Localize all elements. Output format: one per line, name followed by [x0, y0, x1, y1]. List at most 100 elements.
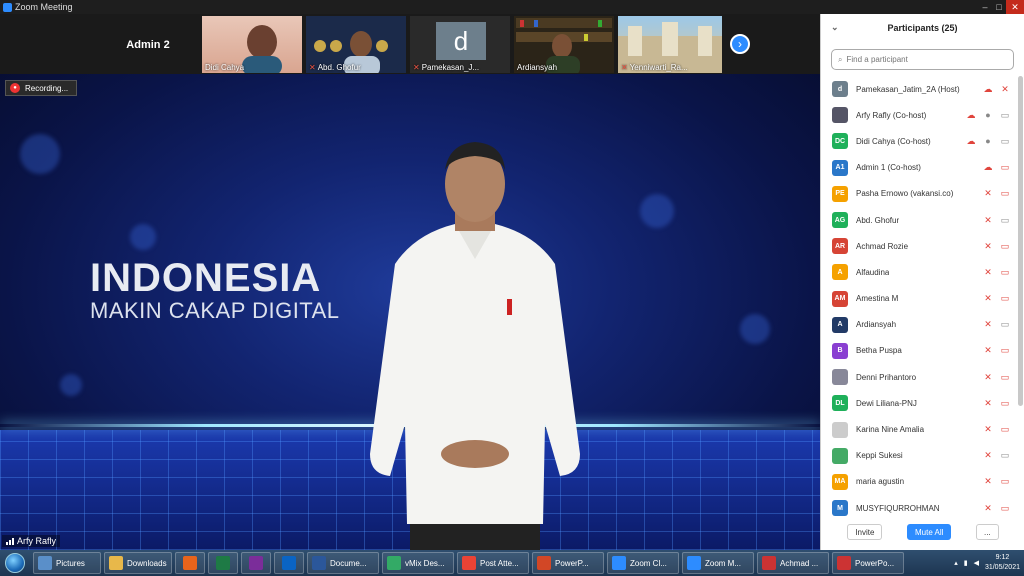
participant-avatar	[832, 421, 848, 438]
camera-off-icon: ▭	[1000, 345, 1010, 356]
participants-title: Participants (25)	[887, 23, 958, 33]
next-page-button[interactable]: ›	[730, 34, 750, 54]
participant-name: Admin 1 (Co-host)	[856, 163, 921, 173]
active-speaker-video: INDONESIA MAKIN CAKAP DIGITAL Arfy Rafly	[0, 74, 820, 550]
tile-name: ✕ Pamekasan_J...	[413, 63, 480, 72]
participant-avatar: B	[832, 342, 848, 359]
taskbar-item[interactable]	[208, 552, 238, 574]
camera-off-icon: ▭	[1000, 293, 1010, 304]
participant-name: Abd. Ghofur	[856, 215, 900, 225]
app-icon	[216, 556, 230, 570]
mic-muted-icon: ✕	[984, 345, 992, 356]
volume-icon[interactable]: ◀	[974, 559, 979, 567]
clock-time: 9:12	[995, 554, 1010, 561]
record-icon: ●	[10, 83, 20, 93]
participant-avatar: DL	[832, 395, 848, 412]
participant-avatar: A	[832, 316, 848, 333]
taskbar-item[interactable]: PowerP...	[532, 552, 604, 574]
taskbar-item[interactable]: Pictures	[33, 552, 101, 574]
participant-avatar: d	[832, 81, 848, 98]
taskbar-item[interactable]	[274, 552, 304, 574]
mute-all-button[interactable]: Mute All	[906, 524, 952, 540]
participant-avatar: A	[832, 264, 848, 281]
participant-row[interactable]: AM Amestina M ✕ ▭	[821, 286, 1017, 312]
participant-name: Achmad Rozie	[856, 241, 909, 251]
taskbar-item[interactable]	[175, 552, 205, 574]
participant-row[interactable]: DC Didi Cahya (Co-host) ☁ ● ▭	[821, 128, 1017, 154]
participants-footer: Invite Mute All ...	[821, 514, 1024, 550]
participant-row[interactable]: d Pamekasan_Jatim_2A (Host) ☁ ✕	[821, 76, 1017, 102]
mic-muted-icon: ✕	[984, 319, 992, 330]
participant-name: Ardiansyah	[856, 320, 897, 330]
camera-off-icon: ▭	[1000, 371, 1010, 382]
app-icon	[612, 556, 626, 570]
participant-row[interactable]: A1 Admin 1 (Co-host) ☁ ▭	[821, 155, 1017, 181]
participant-row[interactable]: A Ardiansyah ✕ ▭	[821, 312, 1017, 338]
recording-icon: ☁	[966, 109, 976, 120]
taskbar-item[interactable]: PowerPo...	[832, 552, 904, 574]
app-icon	[109, 556, 123, 570]
participant-tile[interactable]: d ✕ Pamekasan_J...	[410, 16, 510, 73]
recording-icon: ☁	[983, 83, 993, 94]
taskbar-item[interactable]: Post Atte...	[457, 552, 529, 574]
start-button[interactable]	[0, 550, 30, 576]
app-icon	[38, 556, 52, 570]
microphone-icon: ●	[985, 136, 991, 147]
participant-tile[interactable]: ✕ Yenniwarti_Ra...	[618, 16, 722, 73]
taskbar-item[interactable]: Zoom Cl...	[607, 552, 679, 574]
invite-button[interactable]: Invite	[847, 524, 883, 540]
participant-row[interactable]: PE Pasha Ernowo (vakansi.co) ✕ ▭	[821, 181, 1017, 207]
participant-tile[interactable]: ✕ Abd. Ghofur	[306, 16, 406, 73]
taskbar-item[interactable]: Achmad ...	[757, 552, 829, 574]
taskbar-item[interactable]: Zoom M...	[682, 552, 754, 574]
camera-off-icon: ▭	[1000, 188, 1010, 199]
participant-name: Dewi Liliana-PNJ	[856, 398, 917, 408]
participant-row[interactable]: AG Abd. Ghofur ✕ ▭	[821, 207, 1017, 233]
clock[interactable]: 9:12 31/05/2021	[985, 553, 1020, 573]
participant-search-input[interactable]	[846, 55, 997, 64]
participant-initial-avatar: d	[436, 22, 486, 60]
chevron-down-icon[interactable]: ⌄	[831, 22, 839, 33]
participant-avatar: MA	[832, 473, 848, 490]
participant-name: Karina Nine Amalia	[856, 425, 925, 435]
taskbar-item[interactable]: Downloads	[104, 552, 172, 574]
participant-tile[interactable]: Didi Cahya	[202, 16, 302, 73]
signal-bars-icon	[6, 537, 14, 545]
participant-row[interactable]: MA maria agustin ✕ ▭	[821, 469, 1017, 495]
participant-row[interactable]: A Alfaudina ✕ ▭	[821, 259, 1017, 285]
participant-row[interactable]: Keppi Sukesi ✕ ▭	[821, 443, 1017, 469]
participant-name: Didi Cahya (Co-host)	[856, 136, 931, 146]
participant-row[interactable]: Karina Nine Amalia ✕ ▭	[821, 416, 1017, 442]
taskbar-item[interactable]: vMix Des...	[382, 552, 454, 574]
recording-indicator[interactable]: ● Recording...	[5, 80, 78, 96]
minimize-button[interactable]: –	[978, 0, 992, 14]
participants-panel: ⌄ Participants (25) ⌕ d Pamekasan_Jatim_2…	[820, 14, 1024, 550]
participants-scrollbar[interactable]	[1018, 76, 1023, 406]
tray-arrow-icon[interactable]: ▴	[954, 559, 958, 567]
taskbar-item[interactable]	[241, 552, 271, 574]
participant-row[interactable]: AR Achmad Rozie ✕ ▭	[821, 233, 1017, 259]
mic-muted-icon: ✕	[984, 240, 992, 251]
maximize-button[interactable]: □	[992, 0, 1006, 14]
participant-tile[interactable]: Ardiansyah	[514, 16, 614, 73]
participant-tile-admin[interactable]: Admin 2	[98, 16, 198, 73]
participant-avatar: AG	[832, 212, 848, 229]
more-button[interactable]: ...	[976, 524, 999, 540]
network-icon[interactable]: ▮	[964, 559, 968, 567]
mic-muted-icon: ✕	[309, 63, 316, 72]
participant-search[interactable]: ⌕	[831, 49, 1014, 70]
search-icon: ⌕	[838, 54, 843, 64]
meeting-area: Admin 2 Didi Cahya ✕ Abd. Ghofur d ✕ Pamek…	[0, 14, 820, 550]
participant-row[interactable]: Arfy Rafly (Co-host) ☁ ● ▭	[821, 102, 1017, 128]
participant-row[interactable]: DL Dewi Liliana-PNJ ✕ ▭	[821, 390, 1017, 416]
active-speaker-label: Arfy Rafly	[2, 535, 61, 547]
close-button[interactable]: ✕	[1006, 0, 1024, 14]
mic-muted-icon: ✕	[984, 266, 992, 277]
participant-avatar: AM	[832, 290, 848, 307]
windows-logo-icon	[5, 553, 25, 573]
taskbar-item[interactable]: Docume...	[307, 552, 379, 574]
clock-date: 31/05/2021	[984, 564, 1020, 571]
recording-icon: ☁	[966, 135, 976, 146]
participant-row[interactable]: B Betha Puspa ✕ ▭	[821, 338, 1017, 364]
participant-row[interactable]: Denni Prihantoro ✕ ▭	[821, 364, 1017, 390]
